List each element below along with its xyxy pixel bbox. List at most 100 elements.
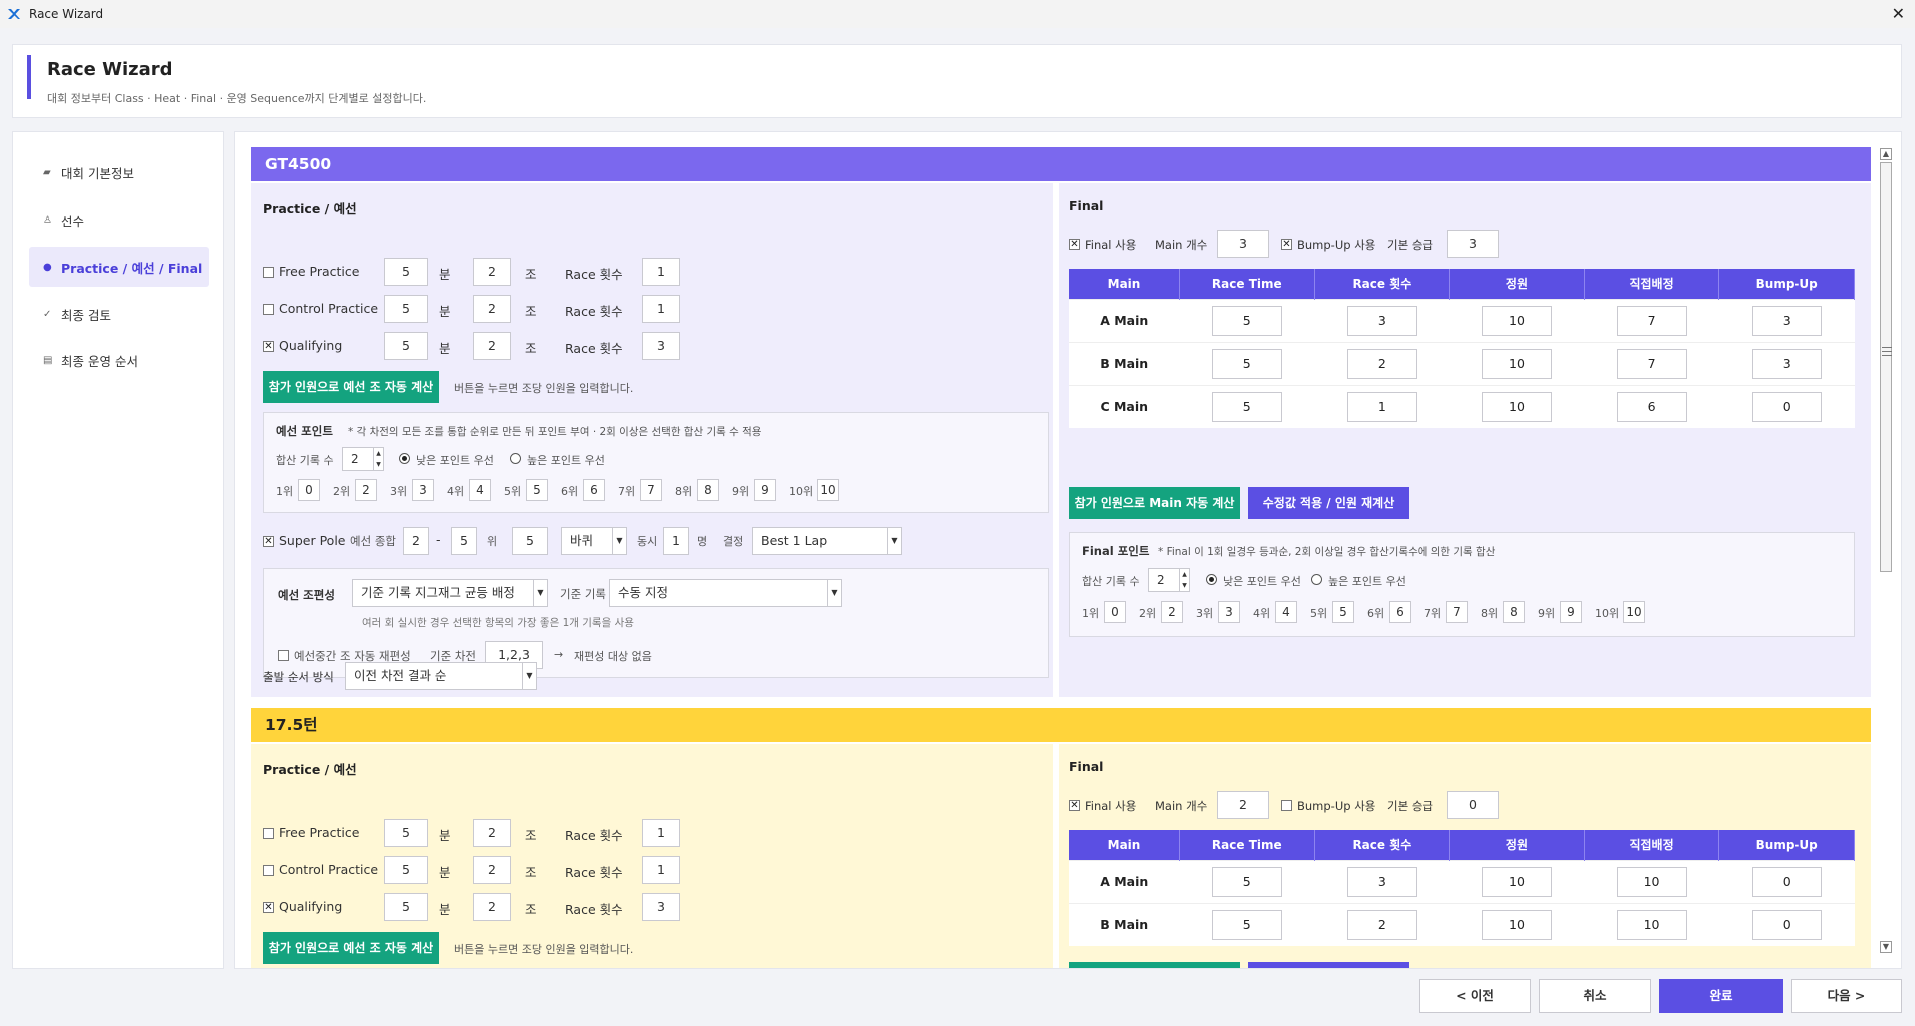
scroll-up-icon[interactable]: ▲ <box>1880 148 1892 160</box>
time-field[interactable]: 5 <box>1211 909 1282 940</box>
cap-field[interactable]: 10 <box>1481 348 1552 379</box>
auto-regroup-checkbox[interactable] <box>278 650 289 661</box>
rank-point-field[interactable]: 3 <box>412 479 434 501</box>
low-first-radio[interactable] <box>1206 574 1217 585</box>
free-practice-races-field[interactable]: 1 <box>642 258 680 286</box>
main-auto-calc-button[interactable]: 참가 인원으로 Main 자동 계산 <box>1069 487 1240 519</box>
sidebar-item-final-review[interactable]: ✓ 최종 검토 <box>29 294 209 334</box>
rank-point-field[interactable]: 2 <box>355 479 377 501</box>
time-field[interactable]: 5 <box>1211 348 1282 379</box>
control-practice-races-field[interactable]: 1 <box>642 856 680 884</box>
control-practice-group-field[interactable]: 2 <box>473 295 511 323</box>
high-first-radio[interactable] <box>510 453 521 464</box>
qualifying-min-field[interactable]: 5 <box>384 893 428 921</box>
bump-use-checkbox[interactable]: ✕ <box>1281 239 1292 250</box>
super-pole-decide-select[interactable]: Best 1 Lap ▼ <box>752 527 902 555</box>
control-practice-checkbox[interactable] <box>263 865 274 876</box>
free-practice-races-field[interactable]: 1 <box>642 819 680 847</box>
qualifying-group-field[interactable]: 2 <box>473 332 511 360</box>
free-practice-min-field[interactable]: 5 <box>384 819 428 847</box>
direct-field[interactable]: 7 <box>1616 348 1687 379</box>
finish-button[interactable]: 완료 <box>1659 979 1783 1013</box>
races-field[interactable]: 1 <box>1346 391 1417 422</box>
free-practice-checkbox[interactable] <box>263 828 274 839</box>
rank-point-field[interactable]: 7 <box>640 479 662 501</box>
stepper-arrows-icon[interactable]: ▲ ▼ <box>373 448 383 470</box>
group-method-select[interactable]: 기준 기록 지그재그 균등 배정 ▼ <box>352 579 548 607</box>
races-field[interactable]: 2 <box>1346 348 1417 379</box>
races-field[interactable]: 3 <box>1346 305 1417 336</box>
final-use-checkbox[interactable]: ✕ <box>1069 800 1080 811</box>
cancel-button[interactable]: 취소 <box>1539 979 1651 1013</box>
rank-point-field[interactable]: 0 <box>298 479 320 501</box>
super-pole-tie-field[interactable]: 1 <box>663 527 689 555</box>
cap-field[interactable]: 10 <box>1481 909 1552 940</box>
super-pole-to-field[interactable]: 5 <box>451 527 477 555</box>
control-practice-races-field[interactable]: 1 <box>642 295 680 323</box>
apply-recalc-button[interactable]: 수정값 적용 / 인원 재계산 <box>1248 962 1409 968</box>
sidebar-item-practice-final[interactable]: ● Practice / 예선 / Final <box>29 247 209 287</box>
control-practice-min-field[interactable]: 5 <box>384 295 428 323</box>
races-field[interactable]: 2 <box>1346 909 1417 940</box>
bump-use-checkbox[interactable] <box>1281 800 1292 811</box>
final-use-checkbox[interactable]: ✕ <box>1069 239 1080 250</box>
auto-calc-groups-button[interactable]: 참가 인원으로 예선 조 자동 계산 <box>263 371 439 403</box>
base-promote-field[interactable]: 3 <box>1447 230 1499 258</box>
base-record-select[interactable]: 수동 지정 ▼ <box>609 579 842 607</box>
qualifying-min-field[interactable]: 5 <box>384 332 428 360</box>
high-first-radio[interactable] <box>1311 574 1322 585</box>
rank-point-field[interactable]: 6 <box>583 479 605 501</box>
rank-point-field[interactable]: 0 <box>1104 601 1126 623</box>
qualifying-checkbox[interactable]: ✕ <box>263 902 274 913</box>
rank-point-field[interactable]: 5 <box>526 479 548 501</box>
cap-field[interactable]: 10 <box>1481 305 1552 336</box>
control-practice-min-field[interactable]: 5 <box>384 856 428 884</box>
apply-recalc-button[interactable]: 수정값 적용 / 인원 재계산 <box>1248 487 1409 519</box>
rank-point-field[interactable]: 9 <box>754 479 776 501</box>
bump-field[interactable]: 0 <box>1751 391 1822 422</box>
bump-field[interactable]: 0 <box>1751 909 1822 940</box>
rank-point-field[interactable]: 4 <box>469 479 491 501</box>
qualifying-races-field[interactable]: 3 <box>642 893 680 921</box>
sidebar-item-racers[interactable]: ♙ 선수 <box>29 200 209 240</box>
final-sum-count-stepper[interactable]: 2 ▲ ▼ <box>1148 568 1190 592</box>
super-pole-checkbox[interactable]: ✕ <box>263 536 274 547</box>
qualifying-checkbox[interactable]: ✕ <box>263 341 274 352</box>
stepper-arrows-icon[interactable]: ▲ ▼ <box>1179 569 1189 591</box>
rank-point-field[interactable]: 3 <box>1218 601 1240 623</box>
cap-field[interactable]: 10 <box>1481 866 1552 897</box>
low-first-radio[interactable] <box>399 453 410 464</box>
direct-field[interactable]: 10 <box>1616 866 1687 897</box>
rank-point-field[interactable]: 5 <box>1332 601 1354 623</box>
next-button[interactable]: 다음 > <box>1791 979 1902 1013</box>
rank-point-field[interactable]: 4 <box>1275 601 1297 623</box>
free-practice-checkbox[interactable] <box>263 267 274 278</box>
qualifying-group-field[interactable]: 2 <box>473 893 511 921</box>
scroll-thumb[interactable] <box>1880 162 1892 572</box>
time-field[interactable]: 5 <box>1211 305 1282 336</box>
start-order-select[interactable]: 이전 차전 결과 순 ▼ <box>345 662 537 690</box>
qualifying-races-field[interactable]: 3 <box>642 332 680 360</box>
main-count-field[interactable]: 2 <box>1217 791 1269 819</box>
direct-field[interactable]: 7 <box>1616 305 1687 336</box>
direct-field[interactable]: 6 <box>1616 391 1687 422</box>
rank-point-field[interactable]: 9 <box>1560 601 1582 623</box>
rank-point-field[interactable]: 10 <box>1623 601 1645 623</box>
close-icon[interactable]: ✕ <box>1892 4 1905 23</box>
prev-button[interactable]: < 이전 <box>1419 979 1531 1013</box>
direct-field[interactable]: 10 <box>1616 909 1687 940</box>
rank-point-field[interactable]: 7 <box>1446 601 1468 623</box>
rank-point-field[interactable]: 8 <box>697 479 719 501</box>
rank-point-field[interactable]: 2 <box>1161 601 1183 623</box>
main-auto-calc-button[interactable]: 참가 인원으로 Main 자동 계산 <box>1069 962 1240 968</box>
super-pole-from-field[interactable]: 2 <box>403 527 429 555</box>
time-field[interactable]: 5 <box>1211 391 1282 422</box>
sidebar-item-basic-info[interactable]: ▰ 대회 기본정보 <box>29 152 209 192</box>
sidebar-item-run-order[interactable]: ▤ 최종 운영 순서 <box>29 340 209 380</box>
rank-point-field[interactable]: 6 <box>1389 601 1411 623</box>
races-field[interactable]: 3 <box>1346 866 1417 897</box>
control-practice-checkbox[interactable] <box>263 304 274 315</box>
sum-count-stepper[interactable]: 2 ▲ ▼ <box>342 447 384 471</box>
rank-point-field[interactable]: 8 <box>1503 601 1525 623</box>
bump-field[interactable]: 0 <box>1751 866 1822 897</box>
